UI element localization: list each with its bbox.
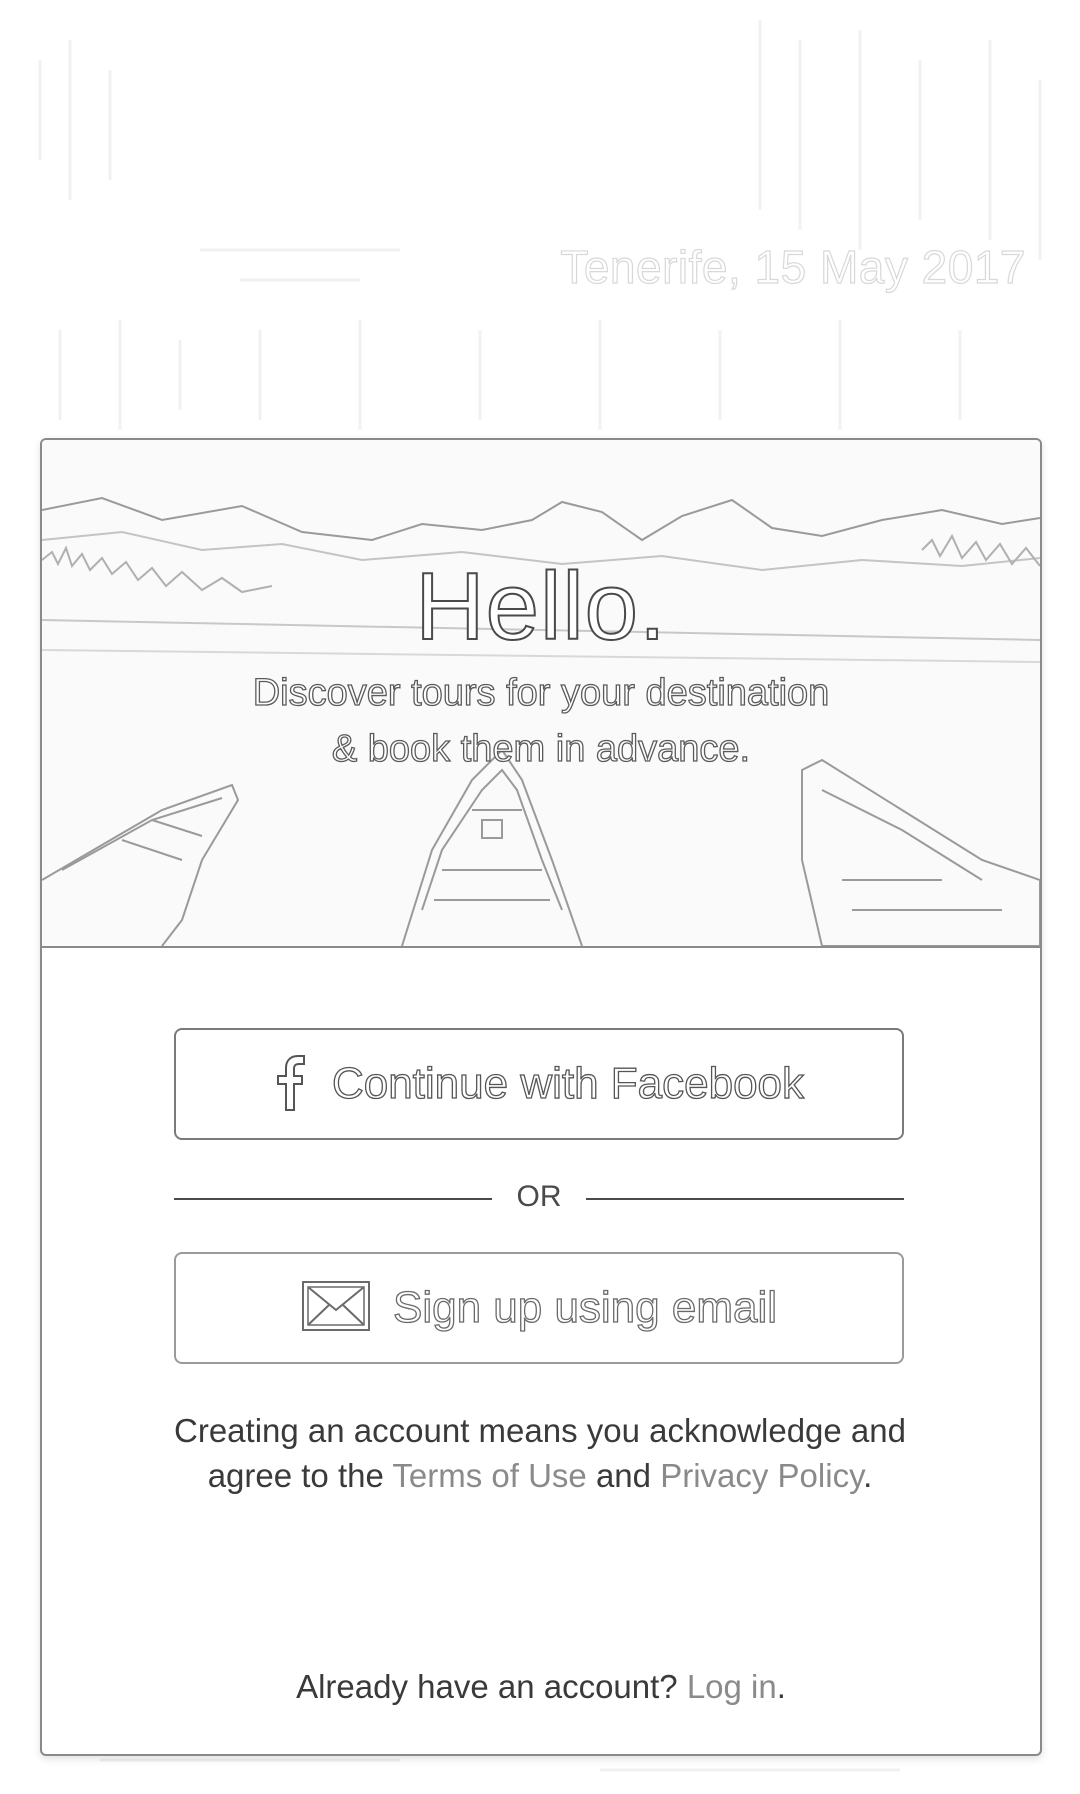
login-suffix: . bbox=[776, 1668, 786, 1705]
facebook-f-icon bbox=[274, 1052, 310, 1117]
envelope-icon bbox=[301, 1280, 371, 1337]
sign-up-email-button[interactable]: Sign up using email bbox=[174, 1252, 904, 1364]
location-date: Tenerife, 15 May 2017 bbox=[560, 240, 1026, 293]
hero-subtitle-line1: Discover tours for your destination bbox=[252, 671, 830, 714]
legal-middle: and bbox=[586, 1457, 661, 1494]
legal-notice: Creating an account means you acknowledg… bbox=[142, 1408, 938, 1498]
email-button-label: Sign up using email bbox=[392, 1282, 777, 1332]
divider-line-right bbox=[586, 1198, 904, 1200]
login-prompt: Already have an account? Log in. bbox=[42, 1668, 1040, 1706]
login-prompt-text: Already have an account? bbox=[296, 1668, 687, 1705]
hero-subtitle-line2: & book them in advance. bbox=[331, 727, 751, 770]
legal-suffix: . bbox=[863, 1457, 873, 1494]
hero-banner: Hello. Discover tours for your destinati… bbox=[42, 440, 1040, 948]
divider-label: OR bbox=[516, 1180, 562, 1213]
terms-of-use-link[interactable]: Terms of Use bbox=[392, 1457, 586, 1494]
hero-title: Hello. bbox=[414, 552, 667, 661]
signup-card: Hello. Discover tours for your destinati… bbox=[40, 438, 1042, 1756]
facebook-button-label: Continue with Facebook bbox=[331, 1058, 805, 1108]
log-in-link[interactable]: Log in bbox=[687, 1668, 777, 1705]
privacy-policy-link[interactable]: Privacy Policy bbox=[660, 1457, 863, 1494]
or-divider: OR bbox=[174, 1178, 904, 1218]
continue-with-facebook-button[interactable]: Continue with Facebook bbox=[174, 1028, 904, 1140]
